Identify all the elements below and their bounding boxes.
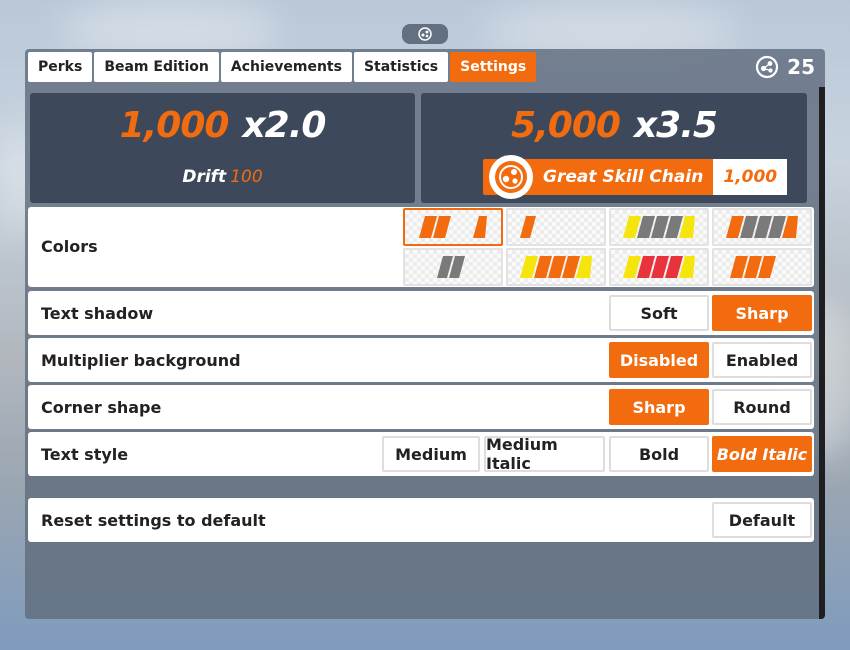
text-style-bold-button[interactable]: Bold <box>609 436 709 472</box>
text-style-bold-italic-button[interactable]: Bold Italic <box>712 436 812 472</box>
scrollbar[interactable] <box>819 87 825 619</box>
multiplier-background-label: Multiplier background <box>41 351 241 370</box>
color-preset-2[interactable] <box>506 208 606 246</box>
skill-chain-icon <box>495 161 527 193</box>
skill-chain-label: Great Skill Chain <box>543 167 704 187</box>
tab-bar: Perks Beam Edition Achievements Statisti… <box>28 52 537 82</box>
color-preset-7-preview <box>623 256 695 278</box>
text-style-medium-button[interactable]: Medium <box>382 436 480 472</box>
color-preset-2-preview <box>520 216 536 238</box>
drift-label: Drift <box>182 167 227 187</box>
color-preset-1-preview <box>419 216 487 238</box>
tab-settings[interactable]: Settings <box>450 52 537 82</box>
text-shadow-soft-button[interactable]: Soft <box>609 295 709 331</box>
text-shadow-sharp-button[interactable]: Sharp <box>712 295 812 331</box>
multiplier-value: x3.5 <box>633 105 718 146</box>
multiplier-background-enabled-button[interactable]: Enabled <box>712 342 812 378</box>
top-panel-toggle[interactable] <box>402 24 448 44</box>
skill-chain-value: 1,000 <box>713 159 788 195</box>
color-preset-8-preview <box>730 256 776 278</box>
skill-points-icon <box>418 27 432 41</box>
corner-shape-round-button[interactable]: Round <box>712 389 812 425</box>
reset-label: Reset settings to default <box>41 511 266 530</box>
tab-perks[interactable]: Perks <box>28 52 93 82</box>
color-preset-6-preview <box>520 256 592 278</box>
multiplier-value: x2.0 <box>242 105 326 146</box>
color-preset-7[interactable] <box>609 248 709 286</box>
corner-shape-sharp-button[interactable]: Sharp <box>609 389 709 425</box>
reset-default-button[interactable]: Default <box>712 502 812 538</box>
colors-label: Colors <box>41 237 98 256</box>
color-preset-5[interactable] <box>403 248 503 286</box>
corner-shape-label: Corner shape <box>41 398 162 417</box>
text-shadow-label: Text shadow <box>41 304 154 323</box>
score-preview-chain: 5,000 x3.5 Great Skill Chain 1,000 <box>421 93 807 203</box>
skill-points: 25 <box>755 55 815 79</box>
color-preset-4-preview <box>726 216 798 238</box>
settings-row-text-shadow: Text shadow Soft Sharp <box>28 291 814 335</box>
tab-statistics[interactable]: Statistics <box>353 52 449 82</box>
score-preview-drift: 1,000 x2.0 Drift 100 <box>30 93 415 203</box>
score-value: 1,000 <box>119 105 230 146</box>
settings-row-corner-shape: Corner shape Sharp Round <box>28 385 814 429</box>
skill-points-icon <box>756 55 779 79</box>
color-preset-8[interactable] <box>712 248 812 286</box>
text-style-medium-italic-button[interactable]: Medium Italic <box>484 435 605 473</box>
drift-value: 100 <box>230 167 263 187</box>
skill-points-value: 25 <box>787 55 815 79</box>
settings-row-multiplier-background: Multiplier background Disabled Enabled <box>28 338 814 382</box>
skill-chain-badge: Great Skill Chain 1,000 <box>483 155 788 199</box>
color-preset-4[interactable] <box>712 208 812 246</box>
multiplier-background-disabled-button[interactable]: Disabled <box>609 342 709 378</box>
text-style-label: Text style <box>41 445 129 464</box>
color-preset-3[interactable] <box>609 208 709 246</box>
color-preset-5-preview <box>437 256 465 278</box>
tab-beam-edition[interactable]: Beam Edition <box>94 52 219 82</box>
color-preset-6[interactable] <box>506 248 606 286</box>
drift-settings-panel: Perks Beam Edition Achievements Statisti… <box>25 49 825 619</box>
settings-row-colors: Colors <box>28 207 814 287</box>
settings-row-reset: Reset settings to default Default <box>28 498 814 542</box>
color-preset-1[interactable] <box>403 208 503 246</box>
score-value: 5,000 <box>511 105 621 146</box>
tab-achievements[interactable]: Achievements <box>220 52 352 82</box>
color-preset-3-preview <box>623 216 695 238</box>
settings-row-text-style: Text style Medium Medium Italic Bold Bol… <box>28 432 814 476</box>
